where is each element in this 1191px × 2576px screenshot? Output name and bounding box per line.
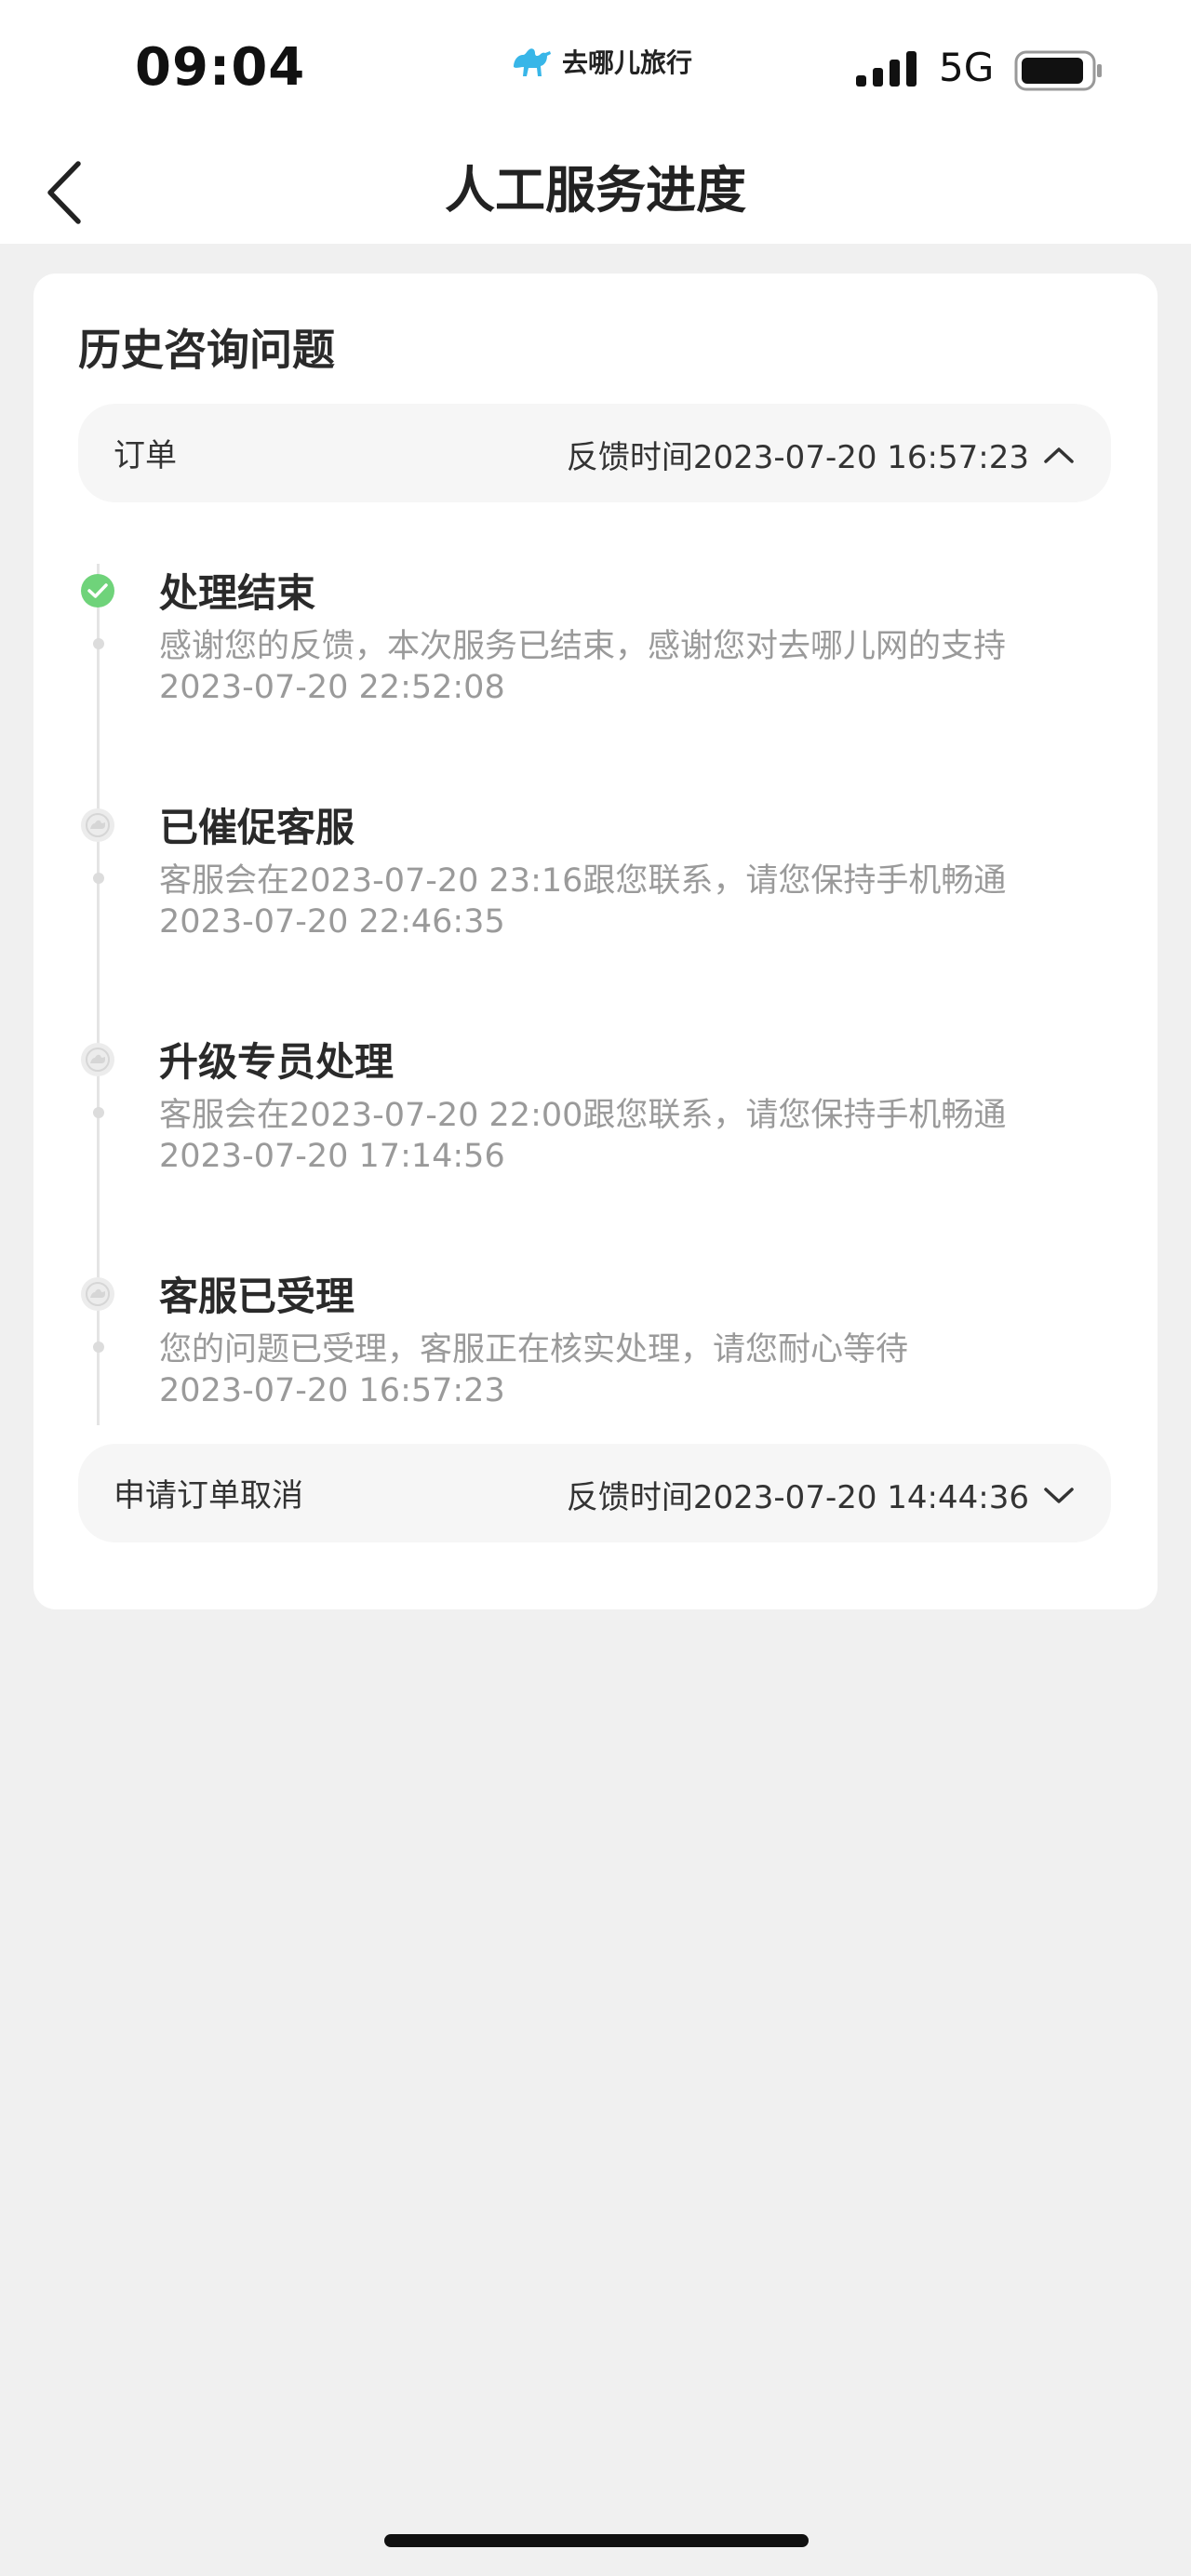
timeline-dot: [93, 873, 104, 884]
step-time: 2023-07-20 16:57:23: [159, 1372, 505, 1409]
chevron-up-icon: [1044, 447, 1074, 463]
step-time: 2023-07-20 22:52:08: [159, 669, 505, 706]
page-title: 人工服务进度: [445, 161, 746, 220]
card-title: 历史咨询问题: [78, 325, 335, 375]
camel-logo-icon: [514, 48, 551, 76]
camel-badge-icon: [81, 808, 114, 842]
home-indicator[interactable]: [384, 2534, 809, 2547]
check-circle-icon: [81, 574, 114, 607]
step-description: 感谢您的反馈，本次服务已结束，感谢您对去哪儿网的支持: [159, 628, 1007, 665]
nav-bar: 人工服务进度: [0, 140, 1191, 244]
feedback-time: 反馈时间2023-07-20 16:57:23: [566, 439, 1029, 476]
camel-badge-icon: [81, 1043, 114, 1076]
brand-badge: 去哪儿旅行: [510, 41, 692, 82]
status-time: 09:04: [135, 37, 306, 98]
step-title: 已催促客服: [159, 805, 355, 850]
timeline-step: 已催促客服 客服会在2023-07-20 23:16跟您联系，请您保持手机畅通 …: [33, 796, 1158, 982]
timeline-dot: [93, 1107, 104, 1118]
section-label: 订单: [114, 437, 177, 474]
timeline-dot: [93, 1341, 104, 1353]
brand-name: 去哪儿旅行: [562, 47, 693, 78]
step-title: 客服已受理: [159, 1274, 355, 1319]
section-cancel-order-header[interactable]: 申请订单取消 反馈时间2023-07-20 14:44:36: [78, 1444, 1111, 1542]
feedback-time: 反馈时间2023-07-20 14:44:36: [566, 1479, 1029, 1516]
history-card: 历史咨询问题 订单 反馈时间2023-07-20 16:57:23 处理结束 感…: [33, 274, 1158, 1609]
step-title: 处理结束: [159, 570, 316, 616]
network-label: 5G: [939, 45, 995, 90]
status-bar: 09:04 去哪儿旅行 5G: [0, 0, 1191, 140]
step-time: 2023-07-20 17:14:56: [159, 1138, 505, 1175]
step-time: 2023-07-20 22:46:35: [159, 903, 505, 941]
timeline-step: 处理结束 感谢您的反馈，本次服务已结束，感谢您对去哪儿网的支持 2023-07-…: [33, 562, 1158, 748]
step-description: 客服会在2023-07-20 23:16跟您联系，请您保持手机畅通: [159, 862, 1007, 900]
battery-icon: [1014, 50, 1102, 91]
step-description: 客服会在2023-07-20 22:00跟您联系，请您保持手机畅通: [159, 1097, 1007, 1134]
section-order-header[interactable]: 订单 反馈时间2023-07-20 16:57:23: [78, 404, 1111, 502]
timeline-dot: [93, 638, 104, 649]
timeline-step: 升级专员处理 客服会在2023-07-20 22:00跟您联系，请您保持手机畅通…: [33, 1031, 1158, 1217]
timeline-step: 客服已受理 您的问题已受理，客服正在核实处理，请您耐心等待 2023-07-20…: [33, 1265, 1158, 1451]
step-description: 您的问题已受理，客服正在核实处理，请您耐心等待: [159, 1331, 909, 1368]
top-area: 09:04 去哪儿旅行 5G 人工服务进度: [0, 0, 1191, 244]
chevron-down-icon: [1044, 1487, 1074, 1503]
section-label: 申请订单取消: [114, 1477, 303, 1515]
step-title: 升级专员处理: [159, 1039, 395, 1085]
signal-icon: [856, 51, 917, 87]
camel-badge-icon: [81, 1277, 114, 1311]
